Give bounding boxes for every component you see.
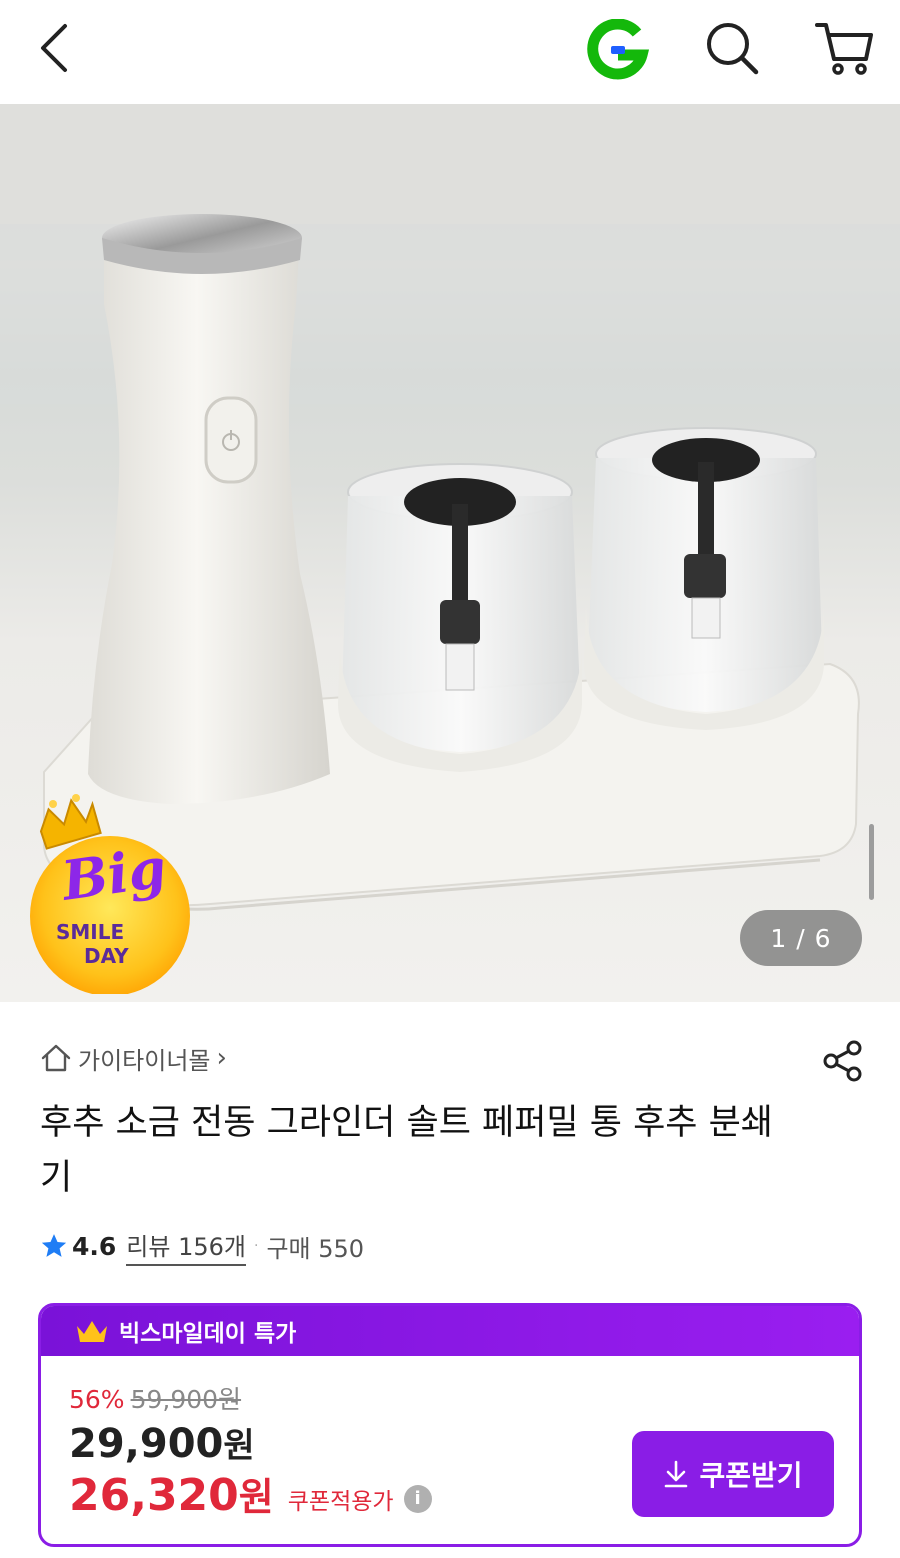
sale-price-unit: 원 (223, 1426, 255, 1466)
badge-day-text: DAY (84, 944, 129, 968)
gallery-scroll-indicator (869, 824, 874, 900)
search-icon (707, 23, 759, 75)
home-icon (41, 1044, 71, 1072)
discount-rate: 56% (69, 1385, 125, 1414)
get-coupon-button[interactable]: 쿠폰받기 (632, 1431, 834, 1517)
gmarket-logo-button[interactable] (578, 14, 658, 86)
coupon-price-label: 쿠폰적용가 (287, 1488, 394, 1515)
big-smile-day-badge: Big SMILE DAY (26, 794, 201, 994)
chevron-left-icon (41, 24, 67, 72)
top-app-bar (0, 0, 900, 104)
gmarket-logo-icon (587, 19, 649, 80)
download-icon (665, 1460, 688, 1488)
product-title: 후추 소금 전동 그라인더 솔트 페퍼밀 통 후추 분쇄기 (40, 1103, 774, 1198)
rating-score: 4.6 (72, 1231, 117, 1261)
badge-smile-text: SMILE (56, 920, 125, 944)
product-image-gallery[interactable]: Big SMILE DAY 1 / 6 (0, 104, 900, 1002)
sale-price: 29,900원 (69, 1418, 255, 1467)
store-name: 가이타이너몰 (78, 1046, 211, 1075)
share-icon (823, 1040, 862, 1082)
promo-header: 빅스마일데이 특가 (41, 1306, 859, 1356)
star-icon (41, 1234, 67, 1257)
chevron-right-icon: › (216, 1043, 227, 1073)
crown-icon (77, 1321, 107, 1342)
cart-icon (815, 23, 873, 75)
original-price: 59,900원 (130, 1385, 242, 1414)
purchase-count: 구매 550 (266, 1234, 365, 1263)
sale-price-number: 29,900 (69, 1421, 224, 1467)
rating-row: 4.6 리뷰 156개 · 구매 550 (40, 1226, 364, 1266)
cart-button[interactable] (806, 12, 882, 84)
coupon-price-row: 26,320원 쿠폰적용가 i (69, 1466, 432, 1521)
discount-row: 56% 59,900원 (69, 1380, 241, 1416)
separator-dot: · (253, 1238, 259, 1254)
image-pager-counter: 1 / 6 (740, 910, 862, 966)
coupon-price-number: 26,320 (69, 1470, 239, 1521)
get-coupon-label: 쿠폰받기 (699, 1459, 803, 1492)
promo-header-label: 빅스마일데이 특가 (119, 1321, 297, 1347)
search-button[interactable] (694, 12, 770, 84)
promo-price-box: 빅스마일데이 특가 56% 59,900원 29,900원 26,320원 쿠폰… (38, 1303, 862, 1547)
back-button[interactable] (20, 12, 90, 84)
coupon-price: 26,320원 (69, 1466, 274, 1521)
store-link[interactable]: 가이타이너몰 › (40, 1040, 227, 1076)
share-button[interactable] (818, 1036, 868, 1086)
info-icon[interactable]: i (403, 1484, 432, 1513)
coupon-price-unit: 원 (238, 1475, 274, 1519)
reviews-link[interactable]: 리뷰 156개 (126, 1227, 246, 1266)
